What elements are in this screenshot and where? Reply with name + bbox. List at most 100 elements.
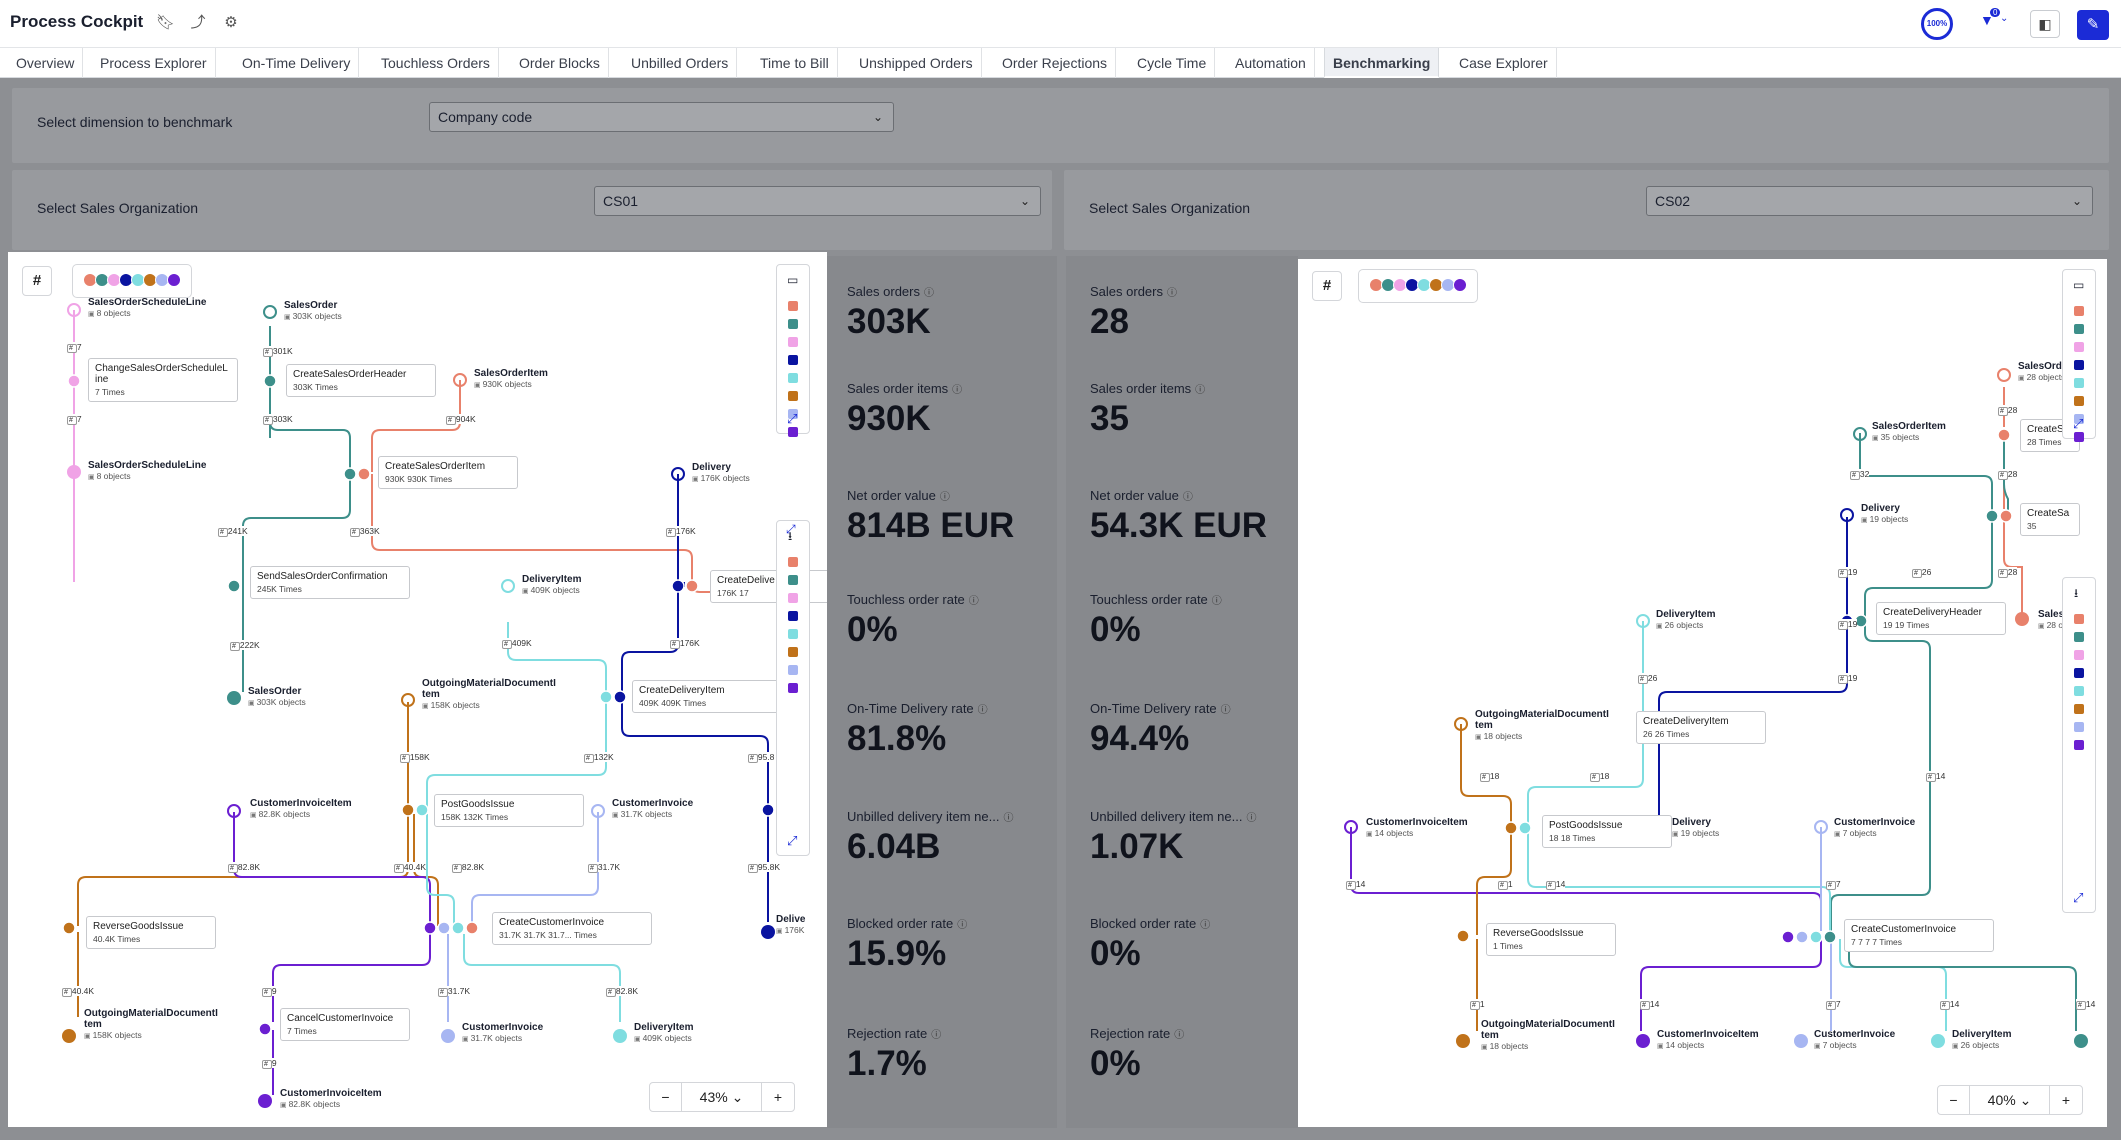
legend-color-swatch[interactable]	[788, 373, 798, 383]
object-node-label[interactable]: CustomerInvoiceItem ▣ 82.8K objects	[280, 1088, 382, 1109]
info-icon[interactable]: ⓘ	[1212, 596, 1222, 607]
activity-box[interactable]: CancelCustomerInvoice 7 Times	[280, 1008, 410, 1041]
legend-color-swatch[interactable]	[2074, 740, 2084, 750]
object-node-label[interactable]: Delivery ▣ 19 objects	[1672, 817, 1719, 838]
edit-button[interactable]: ✎	[2077, 10, 2109, 40]
object-node-label[interactable]: CustomerInvoice ▣ 7 objects	[1834, 817, 1915, 838]
tab-cycle-time[interactable]: Cycle Time	[1129, 48, 1216, 78]
object-node-label[interactable]: SalesOrder ▣ 303K objects	[284, 300, 342, 321]
expand-icon[interactable]: ⤢	[2073, 416, 2083, 432]
activity-box[interactable]: CreateCustomerInvoice 31.7K 31.7K 31.7...…	[492, 912, 652, 945]
activity-box[interactable]: ReverseGoodsIssue 1 Times	[1486, 923, 1616, 956]
object-node-label[interactable]: CustomerInvoiceItem ▣ 14 objects	[1657, 1029, 1759, 1050]
object-node-label[interactable]: DeliveryItem ▣ 409K objects	[634, 1022, 693, 1043]
expand-icon[interactable]: ⤢	[787, 411, 797, 427]
legend-color-swatch[interactable]	[2074, 396, 2084, 406]
tab-automation[interactable]: Automation	[1227, 48, 1315, 78]
activity-box[interactable]: PostGoodsIssue 18 18 Times	[1542, 815, 1672, 848]
activity-box[interactable]: PostGoodsIssue 158K 132K Times	[434, 794, 584, 827]
gear-icon[interactable]: ⚙	[222, 14, 240, 32]
panel-toggle-button[interactable]: ◧	[2030, 10, 2060, 38]
left-zoom-control[interactable]: − 43% ⌄ +	[649, 1082, 795, 1112]
object-node-label[interactable]: CustomerInvoice ▣ 31.7K objects	[462, 1022, 543, 1043]
legend-color-swatch[interactable]	[2074, 632, 2084, 642]
object-node-label[interactable]: DeliveryItem ▣ 26 objects	[1656, 609, 1715, 630]
filter-button[interactable]: ▼ 0 ⌄	[1980, 8, 2012, 34]
tab-benchmarking[interactable]: Benchmarking	[1324, 48, 1440, 78]
right-zoom-control[interactable]: − 40% ⌄ +	[1937, 1085, 2083, 1115]
info-icon[interactable]: ⓘ	[924, 288, 934, 299]
object-node-label[interactable]: CustomerInvoiceItem ▣ 14 objects	[1366, 817, 1468, 838]
right-legend-top[interactable]: ▭ ⤢	[2062, 269, 2096, 442]
object-node-label[interactable]: DeliveryItem ▣ 409K objects	[522, 574, 581, 595]
info-icon[interactable]: ⓘ	[957, 920, 967, 931]
tab-unshipped-orders[interactable]: Unshipped Orders	[851, 48, 982, 78]
object-node-label[interactable]: SalesOrderScheduleLine ▣ 8 objects	[88, 460, 206, 481]
tab-on-time-delivery[interactable]: On-Time Delivery	[234, 48, 360, 78]
object-type-filter[interactable]	[1358, 269, 1478, 303]
legend-color-swatch[interactable]	[788, 593, 798, 603]
legend-color-swatch[interactable]	[2074, 614, 2084, 624]
zoom-level[interactable]: 43% ⌄	[682, 1083, 762, 1111]
right-legend-bottom[interactable]: ⭳ ⤢	[2062, 577, 2096, 913]
info-icon[interactable]: ⓘ	[978, 705, 988, 716]
zoom-in-button[interactable]: +	[762, 1083, 794, 1111]
object-node-label[interactable]: OutgoingMaterialDocumentI tem ▣ 18 objects	[1475, 709, 1609, 741]
object-node-label[interactable]: SalesOrderItem ▣ 930K objects	[474, 368, 548, 389]
legend-color-swatch[interactable]	[788, 647, 798, 657]
legend-color-swatch[interactable]	[2074, 432, 2084, 442]
info-icon[interactable]: ⓘ	[969, 596, 979, 607]
object-node-label[interactable]: SalesOrderItem ▣ 35 objects	[1872, 421, 1946, 442]
legend-color-swatch[interactable]	[788, 301, 798, 311]
expand-icon[interactable]: ⤢	[2073, 890, 2083, 906]
right-process-graph[interactable]: SalesOrde ▣ 28 objects SalesOrderItem ▣ 35 …	[1298, 259, 2107, 1127]
left-legend-bottom[interactable]: ⭳ ⤢	[776, 520, 810, 856]
progress-ring[interactable]: 100%	[1921, 8, 1953, 40]
show-counts-button[interactable]: #	[22, 266, 52, 296]
zoom-level[interactable]: 40% ⌄	[1970, 1086, 2050, 1114]
legend-color-swatch[interactable]	[2074, 686, 2084, 696]
left-process-graph[interactable]: SalesOrderScheduleLine ▣ 8 objects SalesOr…	[8, 252, 827, 1127]
legend-color-swatch[interactable]	[788, 427, 798, 437]
expand-icon[interactable]: ⤢	[787, 833, 797, 849]
legend-color-swatch[interactable]	[788, 665, 798, 675]
zoom-out-button[interactable]: −	[1938, 1086, 1970, 1114]
tab-touchless-orders[interactable]: Touchless Orders	[373, 48, 499, 78]
activity-box[interactable]: CreateSalesOrderHeader 303K Times	[286, 364, 436, 397]
activity-box[interactable]: CreateDeliveryItem 26 26 Times	[1636, 711, 1766, 744]
object-node-label[interactable]: Delive ▣ 176K	[776, 914, 805, 935]
object-node-label[interactable]: SalesOrder ▣ 303K objects	[248, 686, 306, 707]
left-org-select[interactable]: CS01 ⌄	[594, 186, 1041, 216]
right-org-select[interactable]: CS02 ⌄	[1646, 186, 2093, 216]
activity-box[interactable]: SendSalesOrderConfirmation 245K Times	[250, 566, 410, 599]
object-type-swatch[interactable]	[1453, 278, 1467, 292]
info-icon[interactable]: ⓘ	[952, 385, 962, 396]
dimension-select[interactable]: Company code ⌄	[429, 102, 894, 132]
object-node-label[interactable]: CustomerInvoice ▣ 7 objects	[1814, 1029, 1895, 1050]
object-type-filter[interactable]	[72, 264, 192, 298]
tab-overview[interactable]: Overview	[8, 48, 84, 78]
left-legend-top[interactable]: ▭ ⤢	[776, 264, 810, 437]
legend-color-swatch[interactable]	[788, 575, 798, 585]
legend-color-swatch[interactable]	[788, 355, 798, 365]
share-icon[interactable]: ⤴	[189, 14, 207, 32]
activity-box[interactable]: CreateSalesOrderItem 930K 930K Times	[378, 456, 518, 489]
activity-box[interactable]: ReverseGoodsIssue 40.4K Times	[86, 916, 216, 949]
legend-color-swatch[interactable]	[2074, 668, 2084, 678]
info-icon[interactable]: ⓘ	[1200, 920, 1210, 931]
object-node-label[interactable]: OutgoingMaterialDocumentI tem ▣ 158K objec…	[422, 678, 556, 710]
legend-color-swatch[interactable]	[2074, 650, 2084, 660]
legend-color-swatch[interactable]	[2074, 342, 2084, 352]
tab-order-blocks[interactable]: Order Blocks	[511, 48, 609, 78]
tab-time-to-bill[interactable]: Time to Bill	[752, 48, 838, 78]
info-icon[interactable]: ⓘ	[931, 1030, 941, 1041]
object-node-label[interactable]: OutgoingMaterialDocumentI tem ▣ 18 objects	[1481, 1019, 1615, 1051]
object-node-label[interactable]: Delivery ▣ 176K objects	[692, 462, 750, 483]
tab-process-explorer[interactable]: Process Explorer	[92, 48, 216, 78]
object-node-label[interactable]: OutgoingMaterialDocumentI tem ▣ 158K objec…	[84, 1008, 218, 1040]
legend-color-swatch[interactable]	[788, 611, 798, 621]
object-type-swatch[interactable]	[167, 273, 181, 287]
legend-color-swatch[interactable]	[788, 319, 798, 329]
object-node-label[interactable]: SalesOrderScheduleLine ▣ 8 objects	[88, 297, 206, 318]
show-counts-button[interactable]: #	[1312, 271, 1342, 301]
